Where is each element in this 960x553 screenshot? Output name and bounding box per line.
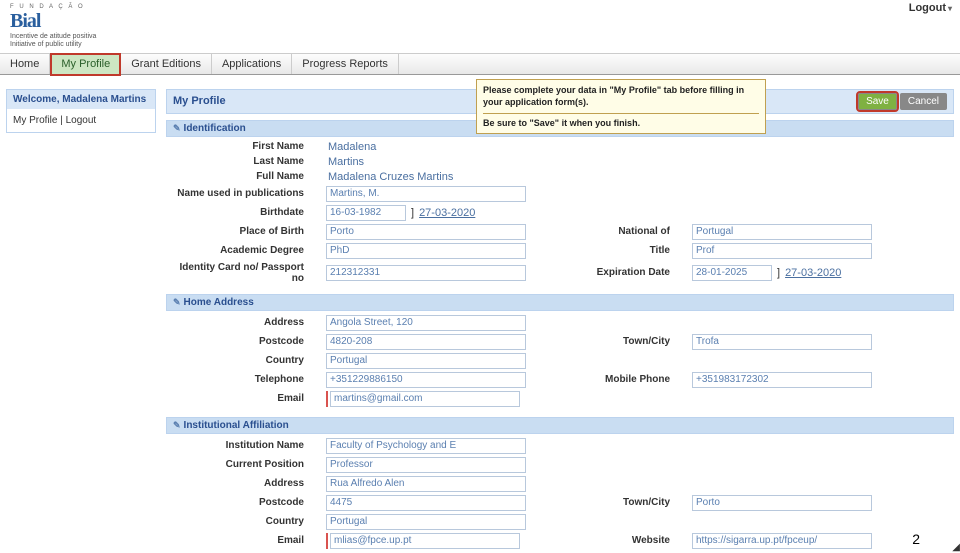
input-home-email[interactable]: [330, 391, 520, 407]
label-birthdate: Birthdate: [168, 207, 308, 218]
label-inst-country: Country: [168, 516, 308, 527]
logo-tagline-1: Incentive de atitude positiva: [10, 33, 96, 41]
label-cur-pos: Current Position: [168, 459, 308, 470]
tab-applications[interactable]: Applications: [212, 54, 292, 74]
value-last-name: Martins: [326, 156, 526, 168]
input-birthdate[interactable]: [326, 205, 406, 221]
logo-tagline-2: Initiative of public utility: [10, 41, 96, 49]
label-inst-address: Address: [168, 478, 308, 489]
input-home-telephone[interactable]: [326, 372, 526, 388]
label-telephone: Telephone: [168, 374, 308, 385]
input-inst-country[interactable]: [326, 514, 526, 530]
label-inst-name: Institution Name: [168, 440, 308, 451]
tab-grant-editions[interactable]: Grant Editions: [121, 54, 212, 74]
input-expdate[interactable]: [692, 265, 772, 281]
label-inst-email: Email: [168, 535, 308, 546]
pencil-icon: ✎: [173, 297, 181, 307]
input-inst-email[interactable]: [330, 533, 520, 549]
date-picker-link[interactable]: 27-03-2020: [419, 207, 475, 219]
label-website: Website: [544, 535, 674, 546]
label-town: Town/City: [544, 336, 674, 347]
section-institutional: ✎Institutional Affiliation: [166, 417, 954, 434]
label-first-name: First Name: [168, 141, 308, 152]
input-home-town[interactable]: [692, 334, 872, 350]
value-first-name: Madalena: [326, 141, 526, 153]
label-inst-postcode: Postcode: [168, 497, 308, 508]
input-website[interactable]: [692, 533, 872, 549]
tab-my-profile[interactable]: My Profile: [50, 53, 121, 76]
resize-corner-icon: ◢: [952, 542, 960, 553]
section-home-address: ✎Home Address: [166, 294, 954, 311]
tab-progress-reports[interactable]: Progress Reports: [292, 54, 399, 74]
instruction-callout: Please complete your data in "My Profile…: [476, 79, 766, 135]
input-title[interactable]: [692, 243, 872, 259]
input-idcard[interactable]: [326, 265, 526, 281]
input-inst-town[interactable]: [692, 495, 872, 511]
sidebar-welcome-box: Welcome, Madalena Martins My Profile | L…: [6, 89, 156, 133]
cancel-button[interactable]: Cancel: [900, 93, 947, 110]
logo-main: Bial: [10, 10, 96, 33]
label-idcard: Identity Card no/ Passport no: [168, 262, 308, 284]
page-title: My Profile: [173, 95, 226, 107]
logout-link[interactable]: Logout▾: [909, 2, 952, 14]
tab-home[interactable]: Home: [0, 54, 50, 74]
label-country: Country: [168, 355, 308, 366]
page-number: 2: [912, 531, 920, 547]
label-place-birth: Place of Birth: [168, 226, 308, 237]
chevron-down-icon: ▾: [948, 4, 952, 13]
date-picker-link-2[interactable]: 27-03-2020: [785, 267, 841, 279]
input-inst-postcode[interactable]: [326, 495, 526, 511]
input-inst-name[interactable]: [326, 438, 526, 454]
input-home-address[interactable]: [326, 315, 526, 331]
label-academic: Academic Degree: [168, 245, 308, 256]
input-pub-name[interactable]: [326, 186, 526, 202]
save-button[interactable]: Save: [858, 93, 897, 110]
input-inst-address[interactable]: [326, 476, 526, 492]
pencil-icon: ✎: [173, 123, 181, 133]
top-nav: Home My Profile Grant Editions Applicati…: [0, 53, 960, 75]
label-expdate: Expiration Date: [544, 267, 674, 278]
label-national: National of: [544, 226, 674, 237]
sidebar-logout-link[interactable]: Logout: [66, 115, 97, 126]
sidebar-my-profile-link[interactable]: My Profile: [13, 115, 57, 126]
input-home-mobile[interactable]: [692, 372, 872, 388]
label-title: Title: [544, 245, 674, 256]
input-home-postcode[interactable]: [326, 334, 526, 350]
input-place-birth[interactable]: [326, 224, 526, 240]
value-full-name: Madalena Cruzes Martins: [326, 171, 526, 183]
input-home-country[interactable]: [326, 353, 526, 369]
label-postcode: Postcode: [168, 336, 308, 347]
label-mobile: Mobile Phone: [544, 374, 674, 385]
input-cur-pos[interactable]: [326, 457, 526, 473]
label-full-name: Full Name: [168, 171, 308, 182]
input-national[interactable]: [692, 224, 872, 240]
label-pub-name: Name used in publications: [168, 188, 308, 199]
pencil-icon: ✎: [173, 420, 181, 430]
label-last-name: Last Name: [168, 156, 308, 167]
label-address: Address: [168, 317, 308, 328]
label-inst-town: Town/City: [544, 497, 674, 508]
label-email: Email: [168, 393, 308, 404]
welcome-label: Welcome, Madalena Martins: [7, 90, 155, 109]
input-academic[interactable]: [326, 243, 526, 259]
logo: F U N D A Ç Ã O Bial Incentive de atitud…: [10, 4, 96, 48]
